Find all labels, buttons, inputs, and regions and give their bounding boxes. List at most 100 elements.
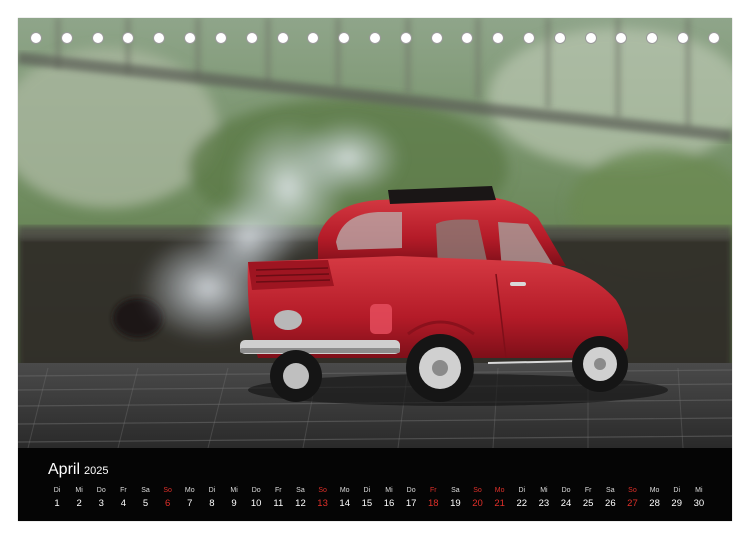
calendar-day: Do 17 <box>400 486 422 511</box>
day-number: 17 <box>405 498 417 509</box>
binding-hole <box>153 32 166 44</box>
weekday-label: Sa <box>606 487 615 494</box>
calendar-day: So 27 <box>621 486 643 511</box>
day-number: 4 <box>120 498 127 509</box>
day-number: 22 <box>516 498 528 509</box>
day-number: 21 <box>494 498 505 509</box>
day-number: 2 <box>76 498 82 509</box>
binding-hole <box>338 32 351 44</box>
day-number: 12 <box>295 498 306 509</box>
weekday-label: So <box>163 487 172 494</box>
weekday-label: Mo <box>339 487 350 494</box>
day-number: 28 <box>649 498 660 509</box>
day-number: 29 <box>671 498 682 509</box>
binding-hole <box>707 32 720 44</box>
binding-hole <box>646 32 659 44</box>
binding-hole <box>615 32 628 44</box>
day-number: 16 <box>383 498 395 509</box>
weekday-label: So <box>628 487 637 494</box>
calendar-day: Di 8 <box>201 486 223 511</box>
day-number: 11 <box>273 498 284 509</box>
day-number: 25 <box>582 498 594 509</box>
weekday-label: Mi <box>540 487 548 494</box>
weekday-label: Mi <box>695 487 703 494</box>
calendar-day: Di 1 <box>46 486 68 511</box>
calendar-day: Sa 19 <box>444 486 466 511</box>
calendar-day: Mi 23 <box>533 486 555 511</box>
weekday-label: Mo <box>494 487 505 494</box>
calendar-day: Do 10 <box>245 486 267 511</box>
day-number: 10 <box>250 498 262 509</box>
calendar-day: Mi 30 <box>688 486 710 511</box>
day-number: 7 <box>187 498 193 509</box>
day-number: 20 <box>472 498 483 509</box>
day-number: 6 <box>165 498 171 509</box>
day-number: 3 <box>98 498 104 509</box>
binding-hole <box>553 32 566 44</box>
binding-hole <box>122 32 135 44</box>
calendar-day: Fr 11 <box>267 486 289 511</box>
day-number: 13 <box>317 498 328 509</box>
binding-hole <box>584 32 597 44</box>
weekday-label: Fr <box>584 487 592 494</box>
calendar-page: April 2025 Di 1 Mi 2 Do 3 Fr 4 Sa 5 So 6 Mo 7 Di 8 Mi 9 Do 1… <box>18 18 732 521</box>
calendar-day: Fr 25 <box>577 486 599 511</box>
weekday-label: Di <box>208 487 216 494</box>
day-number: 18 <box>427 498 439 509</box>
weekday-label: Mi <box>230 487 238 494</box>
calendar-day: Sa 26 <box>599 486 621 511</box>
calendar-day: Mo 28 <box>644 486 666 511</box>
day-number: 1 <box>54 498 60 509</box>
calendar-day: Mi 9 <box>223 486 245 511</box>
binding-hole <box>214 32 227 44</box>
binding-hole <box>492 32 505 44</box>
weekday-label: Do <box>561 487 571 494</box>
calendar-day: Mi 16 <box>378 486 400 511</box>
weekday-label: Di <box>53 487 61 494</box>
weekday-label: Do <box>96 487 106 494</box>
day-number: 30 <box>693 498 705 509</box>
binding-hole <box>91 32 104 44</box>
day-number: 8 <box>209 498 215 509</box>
day-number: 14 <box>339 498 350 509</box>
calendar-day: Di 22 <box>511 486 533 511</box>
weekday-label: Sa <box>141 487 150 494</box>
calendar-day: Mo 14 <box>334 486 356 511</box>
calendar-title: April 2025 <box>48 461 109 479</box>
weekday-label: Fr <box>275 487 282 494</box>
calendar-day: So 20 <box>467 486 489 511</box>
weekday-label: Fr <box>120 487 127 494</box>
day-number: 27 <box>627 498 638 509</box>
weekday-label: Fr <box>429 487 437 494</box>
binding-hole <box>368 32 381 44</box>
weekday-label: Mi <box>75 487 83 494</box>
binding-hole <box>184 32 197 44</box>
binding-hole <box>461 32 474 44</box>
binding-hole <box>307 32 320 44</box>
calendar-day: Sa 5 <box>135 486 157 511</box>
calendar-day: Mo 21 <box>489 486 511 511</box>
calendar-day: Do 24 <box>555 486 577 511</box>
binding-hole <box>30 32 42 44</box>
day-number: 19 <box>450 498 461 509</box>
weekday-label: Di <box>518 487 526 494</box>
day-number: 24 <box>560 498 572 509</box>
year-label: 2025 <box>84 465 109 477</box>
calendar-photo <box>18 18 732 448</box>
weekday-label: So <box>473 487 482 494</box>
weekday-label: Do <box>406 487 416 494</box>
calendar-strip: April 2025 Di 1 Mi 2 Do 3 Fr 4 Sa 5 So 6 Mo 7 Di 8 Mi 9 Do 1… <box>18 448 732 521</box>
weekday-label: Sa <box>451 487 460 494</box>
weekday-label: Do <box>251 487 261 494</box>
day-number: 26 <box>605 498 616 509</box>
binding-hole <box>245 32 258 44</box>
calendar-day: Mo 7 <box>179 486 201 511</box>
binding-hole <box>60 32 73 44</box>
day-number: 15 <box>361 498 373 509</box>
weekday-label: Di <box>363 487 371 494</box>
weekday-label: Di <box>673 487 681 494</box>
calendar-day: So 6 <box>157 486 179 511</box>
calendar-day: Mi 2 <box>68 486 90 511</box>
binding-hole <box>399 32 412 44</box>
binding-hole <box>430 32 443 44</box>
